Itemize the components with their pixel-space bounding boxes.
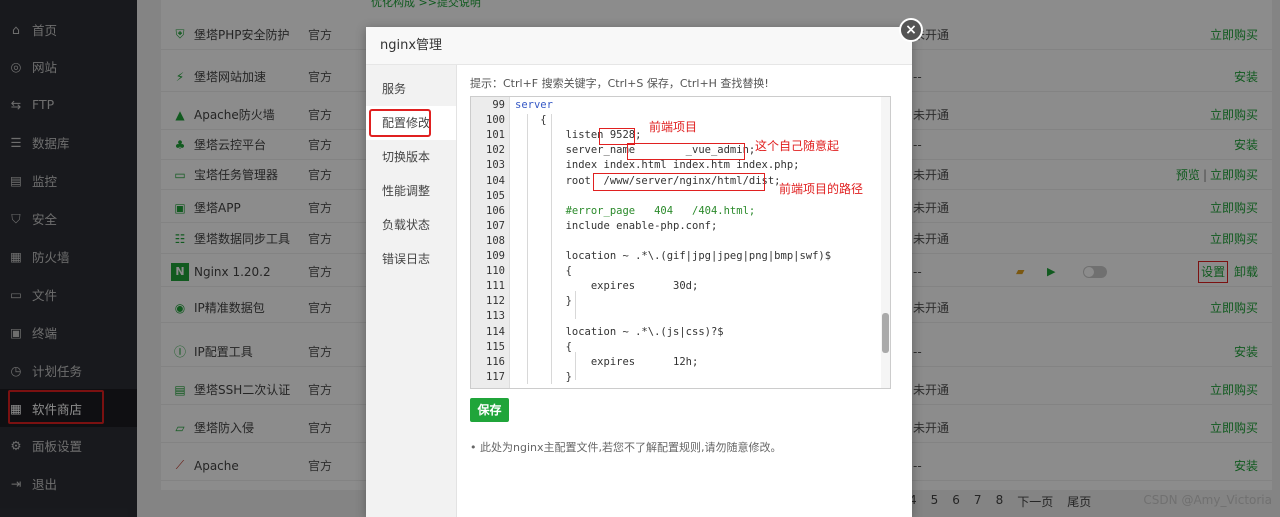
annotation-text: 前端项目: [649, 120, 698, 134]
code-line: location ~ .*\.(js|css)?$: [515, 325, 724, 338]
dialog-tab-label: 性能调整: [382, 184, 431, 198]
dialog-tab-3[interactable]: 性能调整: [366, 174, 456, 208]
nginx-manage-dialog: nginx管理 服务配置修改切换版本性能调整负载状态错误日志 提示：Ctrl+F…: [366, 27, 912, 517]
code-line: }: [515, 370, 572, 383]
line-number: 106: [486, 204, 505, 217]
code-line: include enable-php.conf;: [515, 219, 718, 232]
line-number: 110: [486, 265, 505, 278]
config-editor-pane: 提示：Ctrl+F 搜索关键字，Ctrl+S 保存，Ctrl+H 查找替换! 9…: [470, 65, 898, 517]
line-number: 100: [486, 114, 505, 127]
indent-guide: [551, 114, 552, 384]
dialog-tab-label: 切换版本: [382, 150, 431, 164]
dialog-title: nginx管理: [366, 27, 912, 65]
code-line: expires 30d;: [515, 280, 699, 293]
line-number: 102: [486, 144, 505, 157]
line-number: 107: [486, 219, 505, 232]
save-button[interactable]: 保存: [470, 398, 509, 422]
line-number: 117: [486, 370, 505, 383]
shortcut-tips: 提示：Ctrl+F 搜索关键字，Ctrl+S 保存，Ctrl+H 查找替换!: [470, 77, 769, 90]
dialog-tab-2[interactable]: 切换版本: [366, 140, 456, 174]
dialog-tab-label: 服务: [382, 82, 407, 96]
code-line: {: [515, 114, 547, 127]
line-number: 114: [486, 325, 505, 338]
dialog-tab-4[interactable]: 负载状态: [366, 208, 456, 242]
code-line: server: [515, 99, 553, 111]
code-line: {: [515, 265, 572, 278]
highlight-box: [369, 109, 431, 137]
line-number: 111: [486, 280, 505, 293]
dialog-tab-label: 负载状态: [382, 218, 431, 232]
code-editor[interactable]: 99 100 101 102 103 104 105 106 107 108 109 110 111 11…: [470, 96, 891, 389]
close-icon[interactable]: ×: [899, 18, 923, 42]
line-number: 99: [492, 99, 505, 111]
code-line: index index.html index.htm index.php;: [515, 159, 800, 172]
indent-guide: [575, 352, 576, 380]
line-number: 103: [486, 159, 505, 172]
editor-scrollbar[interactable]: [881, 97, 890, 388]
line-number: 109: [486, 250, 505, 262]
annotation-box: [627, 143, 745, 160]
scrollbar-thumb[interactable]: [882, 313, 889, 353]
config-note-text: 此处为nginx主配置文件,若您不了解配置规则,请勿随意修改。: [480, 441, 782, 454]
indent-guide: [527, 114, 528, 384]
indent-guide: [575, 291, 576, 319]
line-number: 116: [486, 355, 505, 368]
annotation-box: [593, 173, 765, 191]
dialog-tab-0[interactable]: 服务: [366, 72, 456, 106]
line-number: 108: [486, 234, 505, 247]
line-number: 104: [486, 174, 505, 187]
code-line: expires 12h;: [515, 355, 699, 368]
annotation-text: 前端项目的路径: [779, 182, 864, 196]
code-line: location ~ .*\.(gif|jpg|jpeg|png|bmp|swf…: [515, 250, 832, 262]
dialog-tab-1[interactable]: 配置修改: [366, 106, 456, 140]
dialog-nav: 服务配置修改切换版本性能调整负载状态错误日志: [366, 65, 457, 517]
code-line: {: [515, 340, 572, 353]
config-note: • 此处为nginx主配置文件,若您不了解配置规则,请勿随意修改。: [470, 441, 782, 454]
annotation-text: 这个自己随意起: [755, 139, 840, 153]
line-gutter: 99 100 101 102 103 104 105 106 107 108 109 110 111 11…: [471, 97, 510, 388]
line-number: 105: [486, 189, 505, 202]
line-number: 115: [486, 340, 505, 353]
dialog-tab-5[interactable]: 错误日志: [366, 242, 456, 276]
line-number: 113: [486, 310, 505, 323]
dialog-tab-label: 错误日志: [382, 252, 431, 266]
line-number: 101: [486, 129, 505, 142]
line-number: 112: [486, 295, 505, 308]
code-line: }: [515, 295, 572, 308]
